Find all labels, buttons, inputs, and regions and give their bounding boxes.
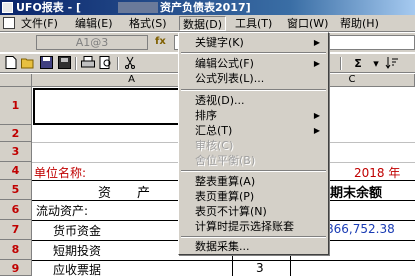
sort-icon[interactable] [384, 56, 400, 71]
asset-header[interactable]: 资 产 [98, 182, 150, 201]
row-header-1[interactable]: 1 [0, 87, 32, 125]
row-header-2[interactable]: 2 [0, 125, 32, 142]
app-icon [2, 2, 13, 13]
menu-item-data-collection[interactable]: 数据采集... [181, 239, 326, 254]
formula-icon[interactable]: fx [155, 36, 166, 47]
menu-item-prompt-account[interactable]: 计算时提示选择账套 [181, 219, 326, 234]
row-header-9[interactable]: 9 [0, 260, 32, 276]
menu-item-recalc-all[interactable]: 整表重算(A) [181, 174, 326, 189]
submenu-arrow-icon: ▶ [313, 111, 320, 120]
menu-file[interactable]: 文件(F) [18, 16, 61, 31]
save-icon[interactable] [38, 56, 54, 71]
row-header-6[interactable]: 6 [0, 200, 32, 220]
submenu-arrow-icon: ▶ [313, 38, 320, 47]
print-preview-icon[interactable] [98, 56, 114, 71]
sum-icon[interactable]: Σ [350, 56, 366, 71]
document-icon[interactable] [3, 17, 15, 29]
redacted-block [118, 2, 158, 13]
dropdown-arrow-icon[interactable]: ▾ [368, 56, 384, 71]
grid-corner[interactable] [0, 74, 32, 87]
submenu-arrow-icon: ▶ [313, 126, 320, 135]
cut-icon[interactable] [122, 56, 138, 71]
formula-input-right[interactable] [318, 35, 415, 50]
save-as-icon[interactable] [56, 56, 72, 71]
menu-item-edit-formula[interactable]: 编辑公式(F) ▶ [181, 56, 326, 71]
row-header-4[interactable]: 4 [0, 162, 32, 180]
menu-item-pivot[interactable]: 透视(D)... [181, 93, 326, 108]
menu-tools[interactable]: 工具(T) [232, 16, 275, 31]
print-icon[interactable] [80, 56, 96, 71]
menu-item-summary[interactable]: 汇总(T) ▶ [181, 123, 326, 138]
unit-name-label[interactable]: 单位名称: [34, 164, 86, 181]
menu-edit[interactable]: 编辑(E) [72, 16, 116, 31]
row-header-7[interactable]: 7 [0, 220, 32, 240]
window-title-prefix: UFO报表 - [ [16, 1, 82, 14]
data-menu-dropdown: 关键字(K) ▶ 编辑公式(F) ▶ 公式列表(L)... 透视(D)... 排序 ▶… [178, 32, 329, 255]
row-header-8[interactable]: 8 [0, 240, 32, 260]
cell-reference-box[interactable]: A1@3 [36, 35, 148, 50]
menu-item-recalc-page[interactable]: 表页重算(P) [181, 189, 326, 204]
line-number[interactable]: 3 [256, 261, 264, 275]
menu-window[interactable]: 窗口(W) [284, 16, 331, 31]
cash-label[interactable]: 货币资金 [53, 222, 101, 239]
menu-data[interactable]: 数据(D) [179, 16, 227, 31]
menu-format[interactable]: 格式(S) [126, 16, 170, 31]
menu-help[interactable]: 帮助(H) [337, 16, 382, 31]
menu-item-audit: 审核(C) [195, 139, 234, 152]
end-balance-header[interactable]: 期末余额 [330, 182, 382, 201]
current-assets-label[interactable]: 流动资产: [36, 202, 88, 219]
menu-item-keyword[interactable]: 关键字(K) ▶ [181, 35, 326, 50]
title-bar: UFO报表 - [ 资产负债表2017] [0, 0, 415, 15]
notes-receivable-label[interactable]: 应收票据 [53, 261, 101, 276]
submenu-arrow-icon: ▶ [313, 59, 320, 68]
menu-bar: 文件(F) 编辑(E) 格式(S) 数据(D) 工具(T) 窗口(W) 帮助(H… [0, 15, 415, 32]
menu-item-formula-list[interactable]: 公式列表(L)... [181, 71, 326, 86]
menu-item-sort[interactable]: 排序 ▶ [181, 108, 326, 123]
cash-amount[interactable]: 866,752.38 [326, 222, 395, 236]
short-term-investment-label[interactable]: 短期投资 [53, 242, 101, 259]
row-header-5[interactable]: 5 [0, 180, 32, 200]
window-title-suffix: 资产负债表2017] [160, 1, 251, 14]
year-label[interactable]: 2018 年 [354, 164, 400, 181]
menu-item-rounding-balance: 舍位平衡(B) [195, 154, 256, 167]
open-icon[interactable] [20, 56, 36, 71]
menu-item-page-no-calc[interactable]: 表页不计算(N) [181, 204, 326, 219]
row-header-3[interactable]: 3 [0, 142, 32, 162]
new-icon[interactable] [3, 56, 19, 71]
